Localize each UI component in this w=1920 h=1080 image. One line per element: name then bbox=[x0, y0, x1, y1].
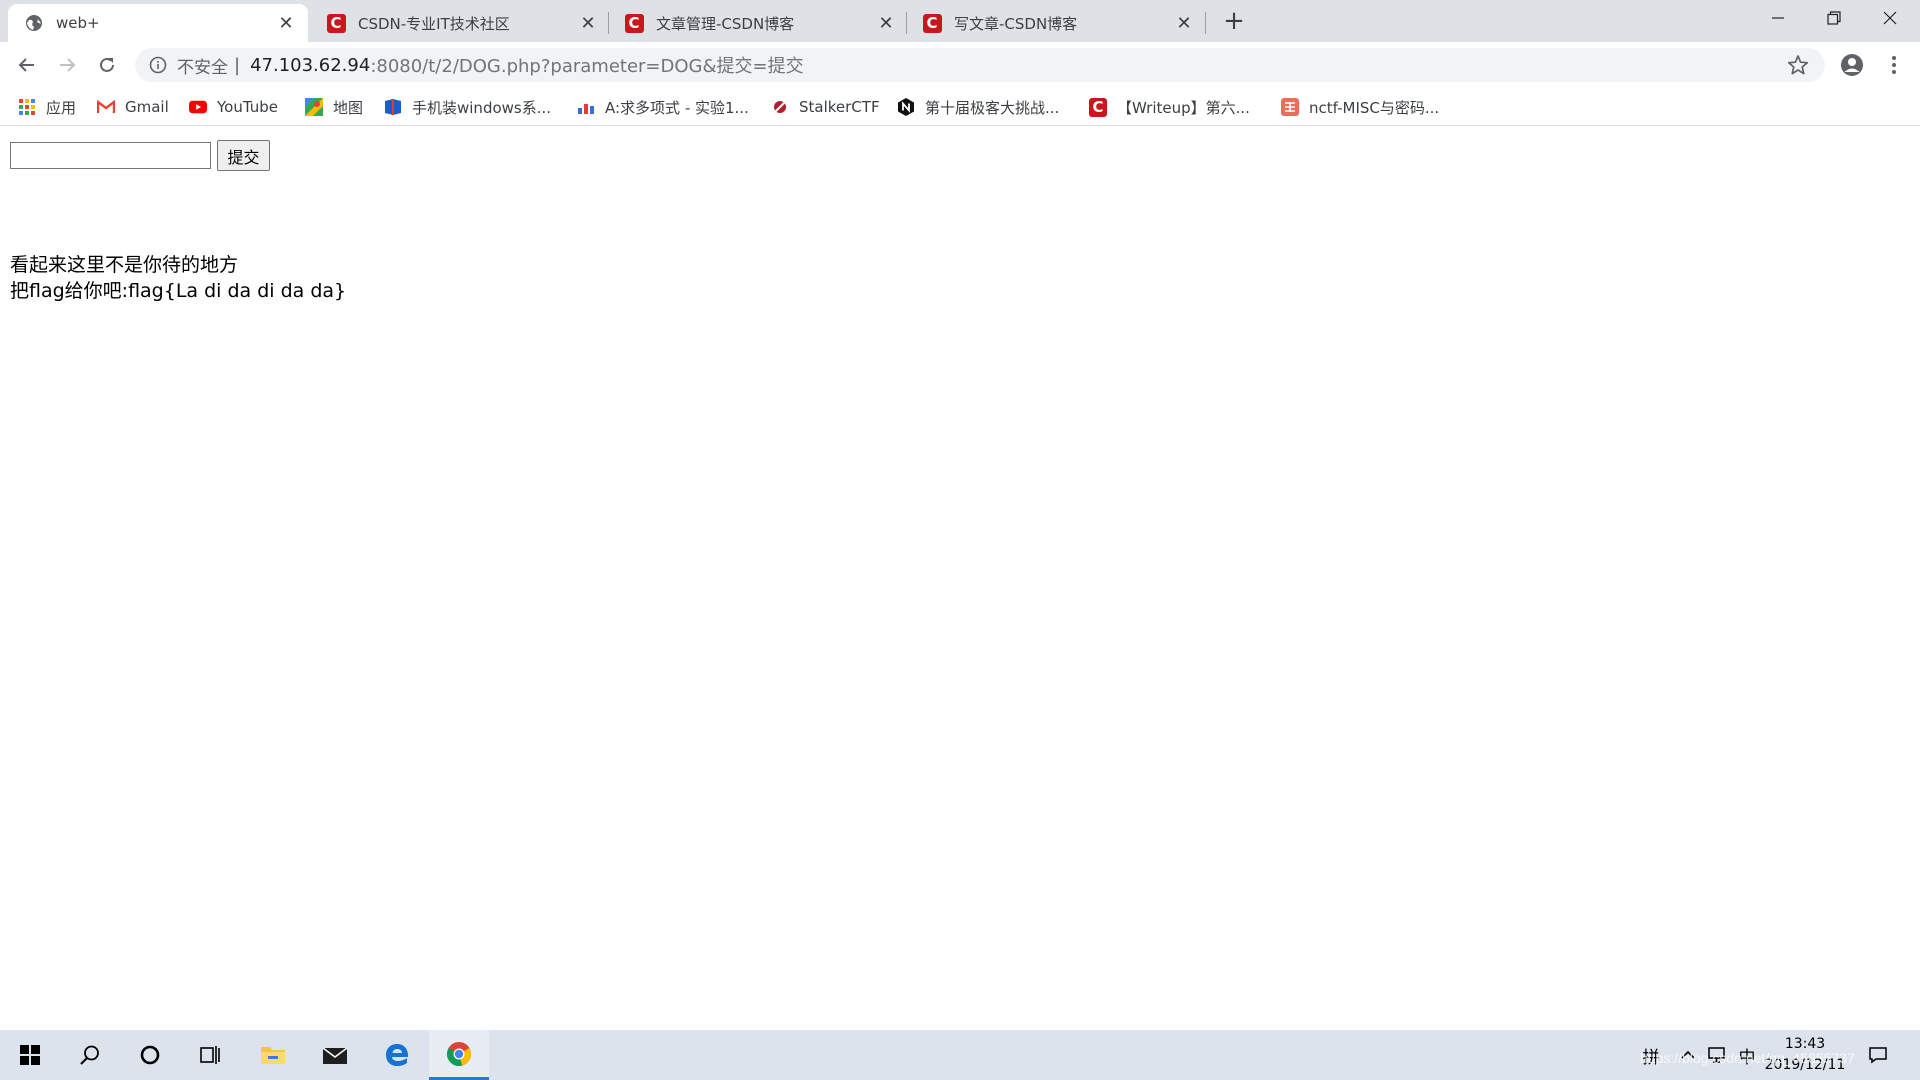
url-path: :8080/t/2/DOG.php?parameter=DOG&提交=提交 bbox=[370, 56, 804, 77]
mail-icon[interactable] bbox=[305, 1030, 365, 1080]
tab-separator bbox=[1205, 12, 1206, 34]
bookmark-writeup[interactable]: C 【Writeup】第六... bbox=[1089, 95, 1250, 119]
tab-title: 写文章-CSDN博客 bbox=[954, 14, 1078, 33]
gmail-icon bbox=[97, 98, 115, 116]
csdn-icon: C bbox=[922, 13, 942, 33]
menu-kebab-icon[interactable] bbox=[1880, 51, 1908, 79]
bookmark-label: 地图 bbox=[333, 98, 364, 117]
browser-toolbar: 不安全 | 47.103.62.94 :8080/t/2/DOG.php?par… bbox=[0, 42, 1920, 88]
file-explorer-icon[interactable] bbox=[243, 1030, 303, 1080]
tab-title: 文章管理-CSDN博客 bbox=[656, 14, 795, 33]
tab-title: web+ bbox=[56, 14, 100, 32]
search-icon[interactable] bbox=[60, 1030, 120, 1080]
new-tab-button[interactable]: + bbox=[1220, 8, 1248, 36]
windows-taskbar: 拼 中 13:43 2019/12/11 bbox=[0, 1030, 1920, 1080]
restore-icon[interactable] bbox=[1806, 0, 1862, 36]
tab-csdn-article-manage[interactable]: C 文章管理-CSDN博客 ✕ bbox=[608, 4, 908, 42]
back-arrow-icon[interactable] bbox=[12, 50, 42, 80]
bookmark-maps[interactable]: 地图 bbox=[305, 95, 363, 119]
bookmark-stalker-icon bbox=[771, 98, 789, 116]
notification-center-icon[interactable] bbox=[1867, 1044, 1889, 1066]
watermark-text: https://blog.csdn.net/qq_45855737 bbox=[1640, 1050, 1855, 1066]
bookmark-label: StalkerCTF bbox=[799, 98, 880, 116]
bookmark-label: 应用 bbox=[46, 98, 77, 117]
task-view-icon[interactable] bbox=[180, 1030, 240, 1080]
csdn-icon: C bbox=[624, 13, 644, 33]
chrome-taskbar-icon[interactable] bbox=[429, 1030, 489, 1080]
address-bar[interactable]: 不安全 | 47.103.62.94 :8080/t/2/DOG.php?par… bbox=[135, 48, 1825, 82]
bookmark-star-icon[interactable] bbox=[1787, 54, 1809, 76]
tab-title: CSDN-专业IT技术社区 bbox=[358, 14, 510, 33]
bookmark-stalkerctf[interactable]: StalkerCTF bbox=[771, 95, 880, 119]
reload-icon[interactable] bbox=[92, 50, 122, 80]
tab-close-icon[interactable]: ✕ bbox=[276, 13, 296, 34]
bookmark-blue-icon bbox=[384, 98, 402, 116]
bookmark-label: nctf-MISC与密码... bbox=[1309, 98, 1440, 117]
security-label: 不安全 bbox=[177, 57, 228, 78]
bookmark-label: 第十届极客大挑战... bbox=[925, 98, 1060, 117]
flag-line: 把flag给你吧:flag{La di da di da da} bbox=[10, 280, 347, 302]
profile-avatar-icon[interactable] bbox=[1838, 51, 1866, 79]
parameter-input[interactable] bbox=[10, 142, 211, 169]
bookmark-label: A:求多项式 - 实验1... bbox=[605, 98, 749, 117]
bookmark-label: Gmail bbox=[125, 98, 169, 116]
forward-arrow-icon[interactable] bbox=[52, 50, 82, 80]
message-line: 看起来这里不是你待的地方 bbox=[10, 254, 239, 276]
bookmark-label: 【Writeup】第六... bbox=[1117, 98, 1250, 117]
bookmarks-bar: 应用 Gmail YouTube 地图 手机装windows系... A:求多项… bbox=[0, 88, 1920, 126]
youtube-icon bbox=[189, 98, 207, 116]
info-icon[interactable] bbox=[149, 56, 167, 74]
address-separator: | bbox=[234, 54, 241, 76]
bookmark-youtube[interactable]: YouTube bbox=[189, 95, 278, 119]
close-window-icon[interactable] bbox=[1862, 0, 1918, 36]
tab-csdn-home[interactable]: C CSDN-专业IT技术社区 ✕ bbox=[310, 4, 610, 42]
tab-close-icon[interactable]: ✕ bbox=[578, 13, 598, 34]
bookmark-polynomial[interactable]: A:求多项式 - 实验1... bbox=[577, 95, 749, 119]
bookmark-apps[interactable]: 应用 bbox=[18, 95, 76, 119]
maps-icon bbox=[305, 98, 323, 116]
bookmark-chart-icon bbox=[577, 98, 595, 116]
jianshu-icon bbox=[1281, 98, 1299, 116]
tab-strip: web+ ✕ C CSDN-专业IT技术社区 ✕ C 文章管理-CSDN博客 ✕… bbox=[0, 0, 1920, 42]
bookmark-nctf[interactable]: nctf-MISC与密码... bbox=[1281, 95, 1439, 119]
bookmark-windows-phone[interactable]: 手机装windows系... bbox=[384, 95, 551, 119]
cortana-icon[interactable] bbox=[120, 1030, 180, 1080]
submit-button[interactable]: 提交 bbox=[217, 140, 270, 171]
csdn-icon: C bbox=[326, 13, 346, 33]
tab-csdn-write[interactable]: C 写文章-CSDN博客 ✕ bbox=[906, 4, 1206, 42]
csdn-icon: C bbox=[1089, 97, 1107, 117]
globe-icon bbox=[24, 13, 44, 33]
edge-browser-icon[interactable] bbox=[367, 1030, 427, 1080]
windows-start-icon[interactable] bbox=[0, 1030, 60, 1080]
bookmark-geek-challenge[interactable]: 第十届极客大挑战... bbox=[897, 95, 1059, 119]
minimize-icon[interactable] bbox=[1750, 0, 1806, 36]
tab-close-icon[interactable]: ✕ bbox=[876, 13, 896, 34]
page-content: 提交 看起来这里不是你待的地方 把flag给你吧:flag{La di da d… bbox=[0, 127, 1920, 1030]
url-host: 47.103.62.94 bbox=[250, 54, 371, 76]
bookmark-label: 手机装windows系... bbox=[412, 98, 552, 117]
bookmark-gmail[interactable]: Gmail bbox=[97, 95, 169, 119]
apps-grid-icon bbox=[18, 98, 36, 116]
bookmark-label: YouTube bbox=[217, 98, 278, 116]
tab-close-icon[interactable]: ✕ bbox=[1174, 13, 1194, 34]
tab-web-plus[interactable]: web+ ✕ bbox=[8, 4, 308, 42]
bookmark-n-icon bbox=[897, 98, 915, 116]
